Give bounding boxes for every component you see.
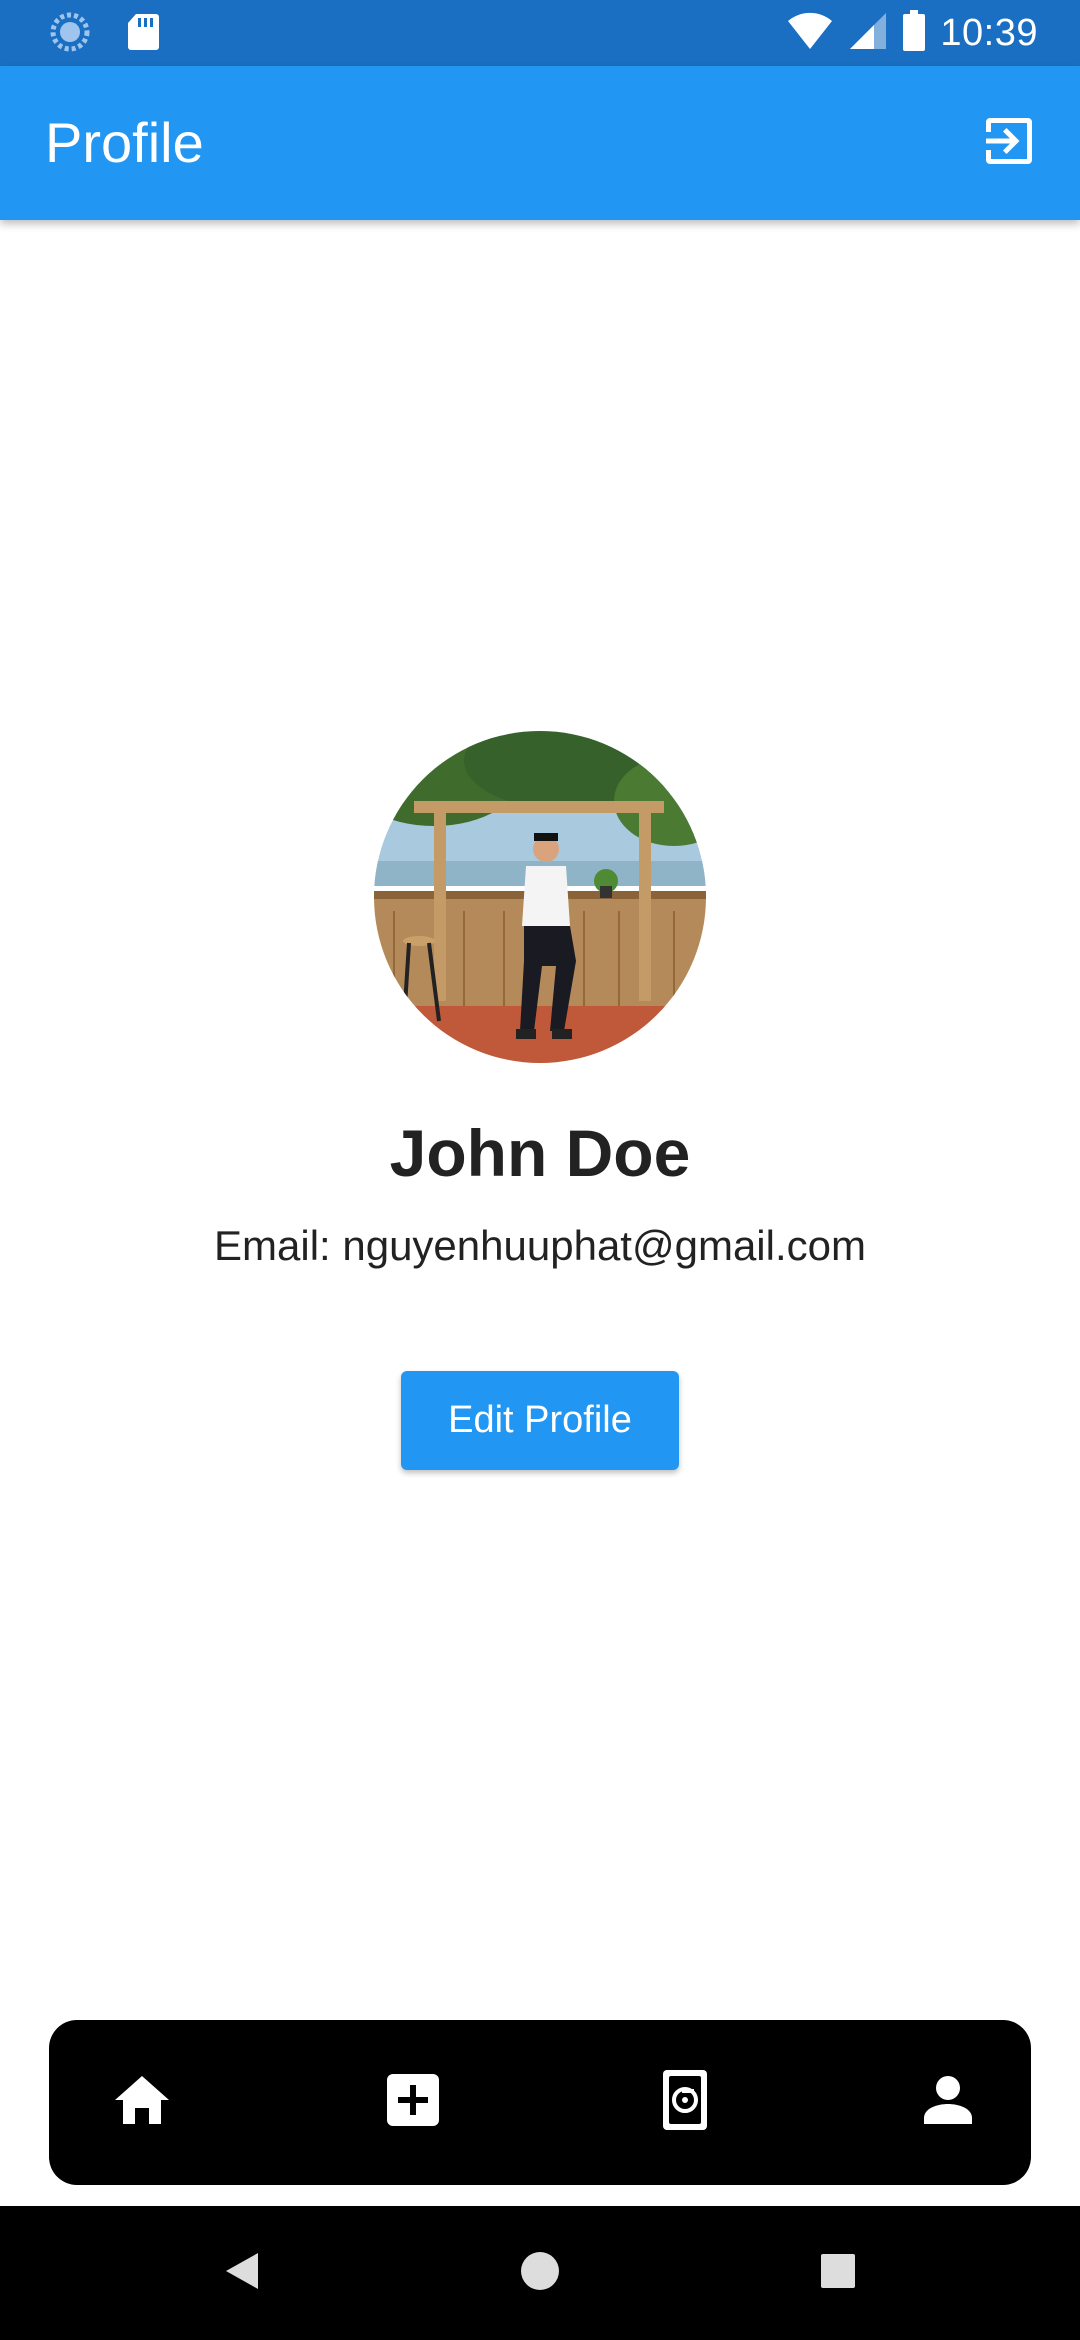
profile-name: John Doe [389, 1116, 691, 1190]
system-back-button[interactable] [212, 2243, 272, 2303]
system-recents-button[interactable] [808, 2243, 868, 2303]
app-bar: Profile [0, 66, 1080, 220]
person-icon [922, 2074, 974, 2131]
edit-profile-button[interactable]: Edit Profile [401, 1371, 679, 1470]
add-box-icon [386, 2073, 440, 2132]
back-icon [222, 2250, 262, 2297]
profile-email: Email: nguyenhuuphat@gmail.com [214, 1222, 866, 1269]
bottom-nav [49, 2020, 1031, 2185]
wifi-icon [786, 11, 834, 56]
nav-item-add[interactable] [373, 2062, 453, 2142]
status-time: 10:39 [940, 12, 1038, 54]
home-circle-icon [520, 2251, 560, 2296]
home-icon [113, 2074, 171, 2131]
nav-item-home[interactable] [102, 2062, 182, 2142]
page-title: Profile [45, 111, 204, 174]
recents-icon [820, 2253, 856, 2294]
system-home-button[interactable] [510, 2243, 570, 2303]
sd-card-icon [126, 12, 160, 57]
sync-icon [50, 12, 90, 57]
logout-button[interactable] [974, 108, 1044, 178]
nav-item-profile[interactable] [908, 2062, 988, 2142]
camera-roll-icon [662, 2069, 708, 2136]
signal-icon [848, 11, 888, 56]
system-navigation-bar [0, 2206, 1080, 2340]
nav-item-media[interactable] [645, 2062, 725, 2142]
avatar [374, 731, 706, 1063]
status-bar: 10:39 [0, 0, 1080, 66]
logout-icon [982, 114, 1036, 173]
battery-icon [902, 10, 926, 57]
